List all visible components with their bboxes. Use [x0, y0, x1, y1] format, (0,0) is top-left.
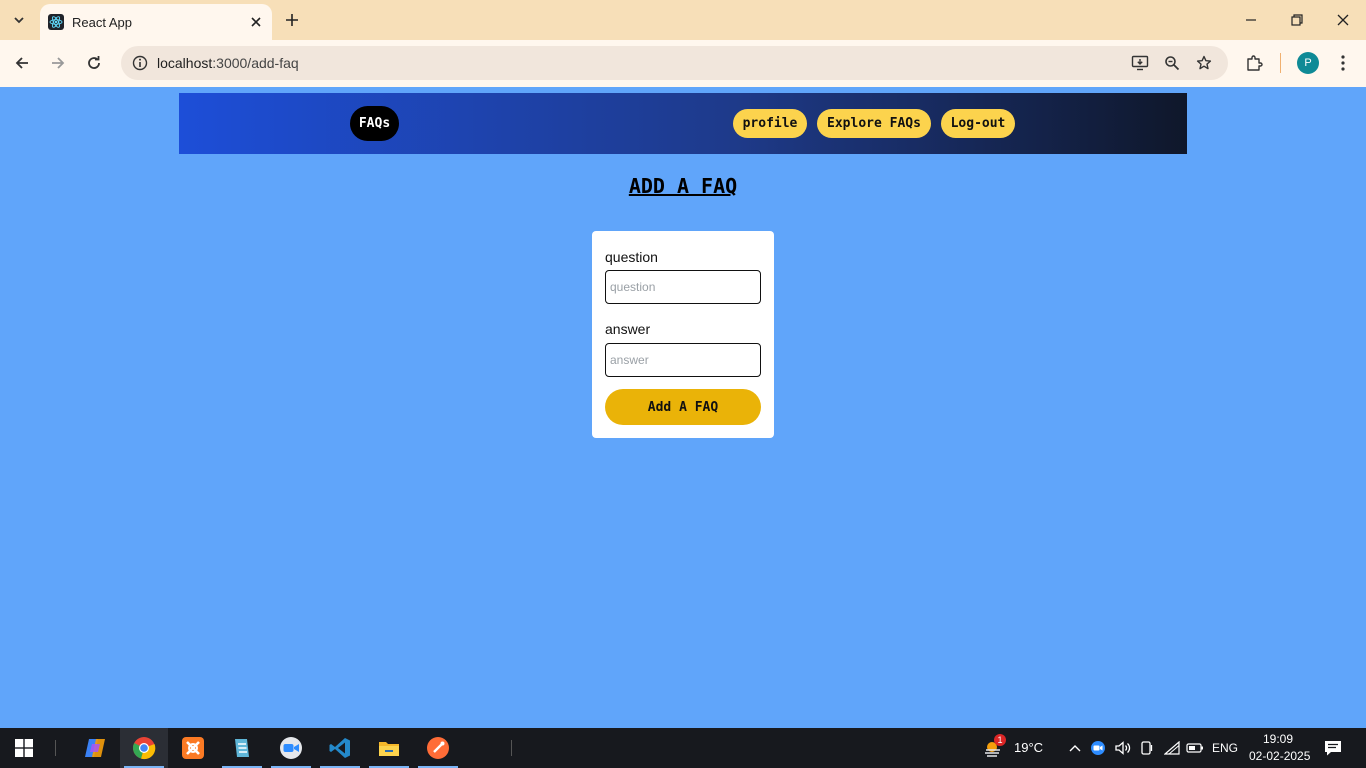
url-text[interactable]: localhost:3000/add-faq	[157, 55, 299, 71]
url-host: localhost	[157, 55, 213, 71]
back-icon[interactable]	[8, 49, 36, 77]
tab-list-icon[interactable]	[6, 7, 32, 33]
zoom-icon[interactable]	[1160, 51, 1184, 75]
install-app-icon[interactable]	[1128, 51, 1152, 75]
react-favicon-icon	[48, 14, 64, 30]
active-tab[interactable]: React App	[40, 4, 272, 40]
language-indicator[interactable]: ENG	[1212, 741, 1238, 755]
nav-link-explore-faqs[interactable]: Explore FAQs	[817, 109, 931, 138]
question-input[interactable]	[605, 270, 761, 304]
wifi-icon[interactable]	[1162, 738, 1182, 758]
zoom-tray-icon[interactable]	[1088, 738, 1108, 758]
volume-icon[interactable]	[1113, 738, 1133, 758]
page-title: ADD A FAQ	[628, 174, 738, 198]
vscode-icon[interactable]	[316, 728, 364, 768]
phone-link-icon[interactable]	[1137, 738, 1157, 758]
add-faq-form: question answer Add A FAQ	[592, 231, 774, 438]
notepad-icon[interactable]	[218, 728, 266, 768]
nav-link-log-out[interactable]: Log-out	[941, 109, 1015, 138]
postman-icon[interactable]	[414, 728, 462, 768]
forward-icon[interactable]	[44, 49, 72, 77]
copilot-icon[interactable]	[71, 728, 119, 768]
chrome-icon[interactable]	[120, 728, 168, 768]
notifications-icon[interactable]	[1323, 738, 1343, 758]
battery-icon[interactable]	[1185, 738, 1205, 758]
weather-badge: 1	[994, 734, 1006, 746]
minimize-icon[interactable]	[1236, 6, 1266, 34]
zoom-app-icon[interactable]	[267, 728, 315, 768]
question-label: question	[605, 249, 658, 265]
clock-date[interactable]: 02-02-2025	[1249, 749, 1310, 763]
windows-start-icon[interactable]	[0, 728, 48, 768]
xampp-icon[interactable]	[169, 728, 217, 768]
address-bar[interactable]: localhost:3000/add-faq	[121, 46, 1228, 80]
nav-link-profile[interactable]: profile	[733, 109, 807, 138]
site-navbar: FAQs profile Explore FAQs Log-out	[179, 93, 1187, 154]
reload-icon[interactable]	[80, 49, 108, 77]
clock-time[interactable]: 19:09	[1263, 732, 1293, 746]
toolbar-separator	[1280, 53, 1281, 73]
file-explorer-icon[interactable]	[365, 728, 413, 768]
bookmark-star-icon[interactable]	[1192, 51, 1216, 75]
restore-icon[interactable]	[1282, 6, 1312, 34]
profile-avatar[interactable]: P	[1297, 52, 1319, 74]
close-window-icon[interactable]	[1328, 6, 1358, 34]
taskbar-divider	[55, 740, 56, 756]
close-tab-icon[interactable]	[246, 12, 266, 32]
answer-input[interactable]	[605, 343, 761, 377]
add-faq-button[interactable]: Add A FAQ	[605, 389, 761, 425]
url-path: :3000/add-faq	[212, 55, 299, 71]
extensions-icon[interactable]	[1242, 51, 1266, 75]
tab-strip: React App	[0, 0, 1366, 40]
weather-temp[interactable]: 19°C	[1014, 740, 1043, 755]
new-tab-icon[interactable]	[280, 8, 304, 32]
brand-logo[interactable]: FAQs	[350, 106, 399, 141]
site-info-icon[interactable]	[128, 51, 152, 75]
answer-label: answer	[605, 321, 651, 337]
windows-taskbar: 1 19°C ENG 19:09 02-02-2025	[0, 728, 1366, 768]
tab-title: React App	[72, 14, 132, 30]
taskbar-divider	[511, 740, 512, 756]
browser-toolbar: localhost:3000/add-faq P	[0, 40, 1366, 87]
menu-icon[interactable]	[1331, 51, 1355, 75]
show-hidden-icons-icon[interactable]	[1065, 738, 1085, 758]
